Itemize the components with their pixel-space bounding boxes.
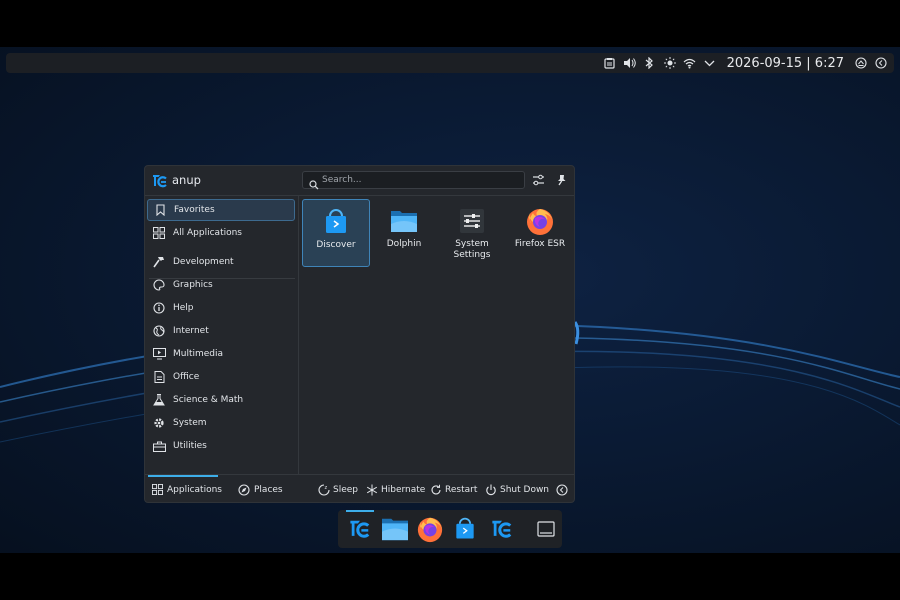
taskbar-dolphin[interactable] xyxy=(381,515,409,543)
discover-icon xyxy=(321,207,351,237)
sliders-icon xyxy=(532,174,544,186)
folder-icon xyxy=(389,206,419,236)
category-development[interactable]: Development xyxy=(147,251,295,273)
category-all-applications[interactable]: All Applications xyxy=(147,222,295,244)
hammer-icon xyxy=(152,255,166,269)
pin-icon xyxy=(557,175,565,186)
shutdown-button[interactable]: Shut Down xyxy=(485,475,549,504)
category-system[interactable]: System xyxy=(147,412,295,434)
sleep-icon: z xyxy=(318,483,330,496)
taskbar-launcher-secondary[interactable] xyxy=(488,515,516,543)
launcher-footer: Applications Places z Sleep Hibernate Re… xyxy=(145,474,574,504)
globe-icon xyxy=(152,324,166,338)
app-firefox-esr[interactable]: Firefox ESR xyxy=(506,199,574,267)
search-field[interactable] xyxy=(302,171,525,190)
pin-button[interactable] xyxy=(554,173,568,187)
document-icon xyxy=(152,370,166,384)
application-launcher: anup Favorites All Applications xyxy=(144,165,575,503)
bluetooth-icon[interactable] xyxy=(643,56,657,70)
restart-button[interactable]: Restart xyxy=(430,475,477,504)
show-desktop-icon xyxy=(537,521,555,537)
hibernate-button[interactable]: Hibernate xyxy=(366,475,425,504)
search-input[interactable] xyxy=(322,173,517,187)
tab-places[interactable]: Places xyxy=(237,475,283,504)
clock[interactable]: 2026-09-15 | 6:27 xyxy=(723,56,848,71)
toolbox-icon xyxy=(152,439,166,453)
dolphin-icon xyxy=(382,518,408,541)
user-name: anup xyxy=(172,173,201,187)
top-panel: 2026-09-15 | 6:27 xyxy=(6,53,894,73)
notifications-icon[interactable] xyxy=(874,56,888,70)
taskbar-discover[interactable] xyxy=(451,515,479,543)
screen: 2026-09-15 | 6:27 anup Search... Favorit… xyxy=(0,0,900,600)
expand-tray-icon[interactable] xyxy=(703,56,717,70)
category-office[interactable]: Office xyxy=(147,366,295,388)
info-icon xyxy=(152,301,166,315)
category-help[interactable]: Help xyxy=(147,297,295,319)
category-utilities[interactable]: Utilities xyxy=(147,435,295,457)
power-icon xyxy=(485,484,497,496)
volume-icon[interactable] xyxy=(623,56,637,70)
category-list: Favorites All Applications Development G… xyxy=(145,196,299,474)
taskbar xyxy=(338,510,562,548)
active-indicator xyxy=(346,510,374,512)
category-science-math[interactable]: Science & Math xyxy=(147,389,295,411)
system-tray: 2026-09-15 | 6:27 xyxy=(603,56,888,71)
launcher-icon xyxy=(492,520,512,538)
category-favorites[interactable]: Favorites xyxy=(147,199,295,221)
palette-icon xyxy=(152,278,166,292)
bookmark-icon xyxy=(153,203,167,217)
wifi-icon[interactable] xyxy=(683,56,697,70)
gear-icon xyxy=(152,416,166,430)
firefox-icon xyxy=(525,206,555,236)
clipboard-icon[interactable] xyxy=(603,56,617,70)
launcher-icon xyxy=(350,520,370,538)
category-graphics[interactable]: Graphics xyxy=(147,274,295,296)
settings-icon xyxy=(457,206,487,236)
search-icon xyxy=(309,175,319,194)
compass-icon xyxy=(237,483,250,496)
user-avatar[interactable] xyxy=(152,173,168,189)
flask-icon xyxy=(152,393,166,407)
restart-icon xyxy=(430,484,442,496)
tab-applications[interactable]: Applications xyxy=(148,475,222,504)
configure-button[interactable] xyxy=(531,173,545,187)
brightness-icon[interactable] xyxy=(663,56,677,70)
taskbar-launcher-button[interactable] xyxy=(346,515,374,543)
sleep-button[interactable]: z Sleep xyxy=(318,475,358,504)
app-dolphin[interactable]: Dolphin xyxy=(370,199,438,267)
firefox-icon xyxy=(417,517,443,543)
chevron-left-icon xyxy=(556,483,568,496)
more-power-options-button[interactable] xyxy=(556,475,571,504)
grid-icon xyxy=(152,483,163,496)
launcher-header: anup xyxy=(145,166,574,196)
grid-icon xyxy=(152,226,166,240)
updates-icon[interactable] xyxy=(854,56,868,70)
app-system-settings[interactable]: System Settings xyxy=(438,199,506,267)
category-multimedia[interactable]: Multimedia xyxy=(147,343,295,365)
discover-icon xyxy=(456,517,474,539)
category-internet[interactable]: Internet xyxy=(147,320,295,342)
app-discover[interactable]: Discover xyxy=(302,199,370,267)
show-desktop-button[interactable] xyxy=(532,515,560,543)
monitor-play-icon xyxy=(152,347,166,361)
application-grid: Discover Dolphin System Settings Firefox… xyxy=(300,196,574,474)
snowflake-icon xyxy=(366,484,378,496)
taskbar-firefox[interactable] xyxy=(416,515,444,543)
svg-text:z: z xyxy=(325,485,328,491)
